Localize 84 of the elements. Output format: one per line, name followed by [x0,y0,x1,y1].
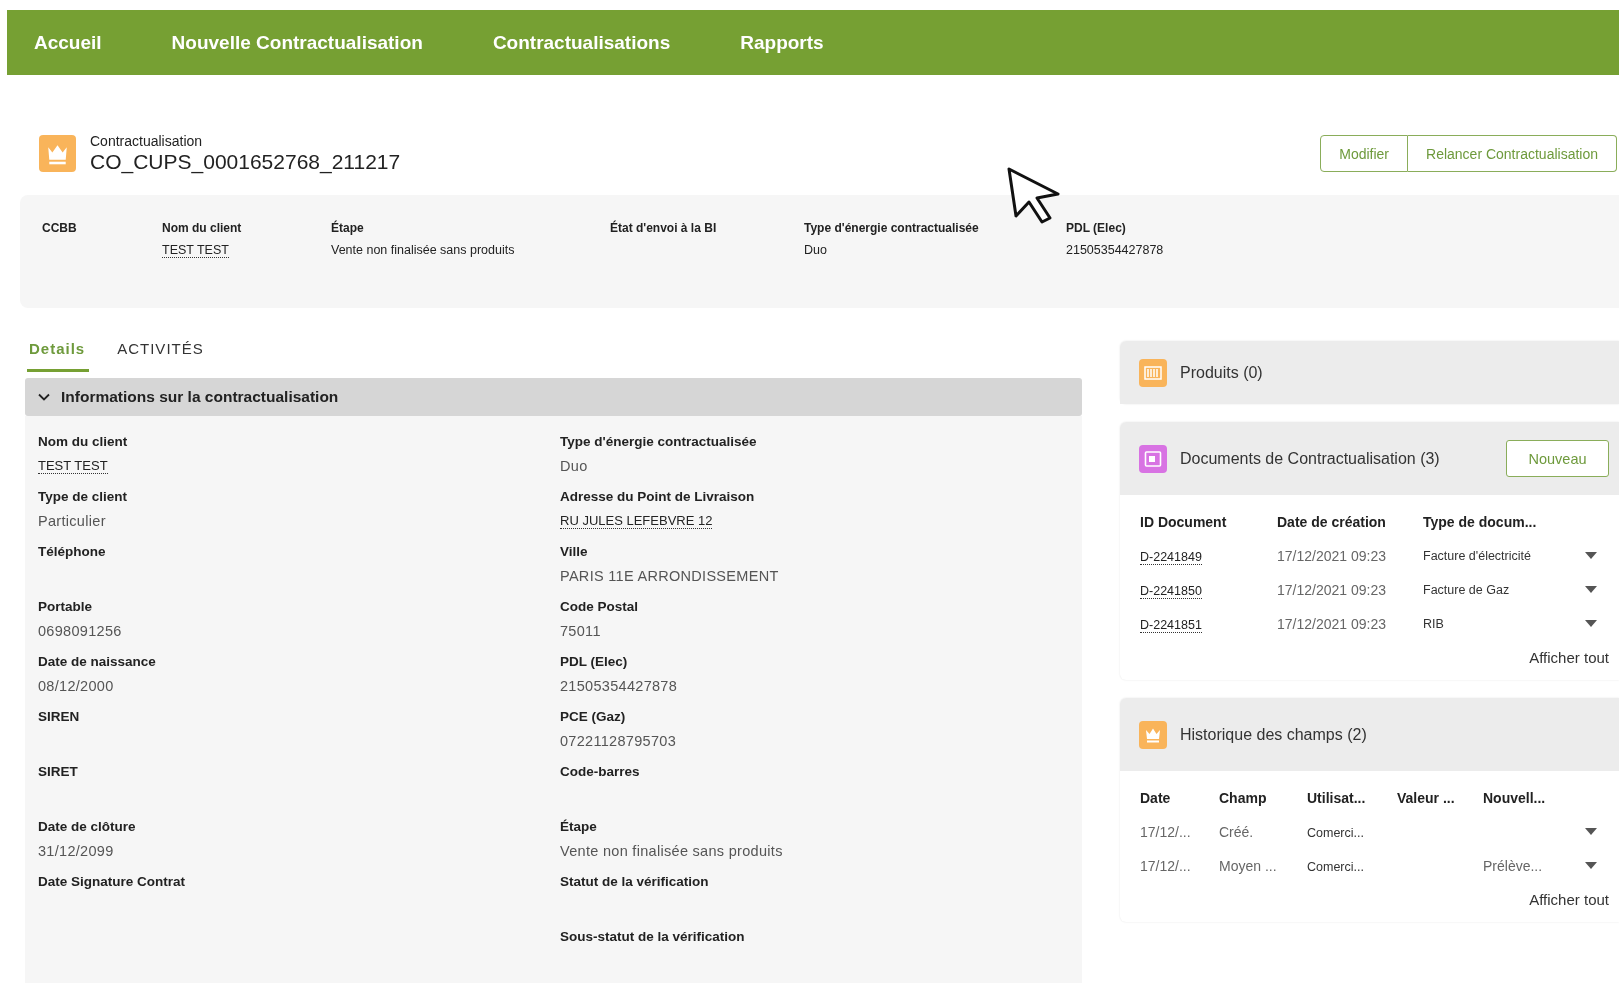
document-link[interactable]: D-2241851 [1140,618,1202,633]
column-header[interactable]: Type de docum... [1423,514,1585,530]
field-value: 0698091256 [38,623,122,639]
field-label: Date de naissance [38,654,156,669]
document-link[interactable]: D-2241850 [1140,584,1202,599]
field-label: Type de client [38,489,128,504]
column-header[interactable]: Date de création [1277,514,1423,530]
field-label: SIRET [38,764,78,779]
field-label: Nom du client [162,221,242,235]
column-header[interactable]: Valeur ... [1397,790,1483,806]
field-value: Duo [804,243,827,257]
field-label: Ville [560,544,588,559]
table-cell: Comerci... [1307,860,1364,874]
section-header[interactable]: Informations sur la contractualisation [25,378,1082,416]
column-header[interactable]: Date [1140,790,1219,806]
field-link[interactable]: TEST TEST [38,458,108,474]
field-label: CCBB [42,221,77,235]
card-title[interactable]: Historique des champs (2) [1180,725,1367,744]
table-cell-text: 17/12/2021 09:23 [1277,616,1387,632]
table-cell: Comerci... [1307,826,1364,840]
table-cell-text: RIB [1423,617,1445,631]
column-header[interactable]: ID Document [1140,514,1277,530]
card-title[interactable]: Documents de Contractualisation (3) [1180,449,1440,468]
field-value: Duo [560,458,588,474]
field-value: 21505354427878 [1066,243,1164,257]
view-all-link[interactable]: Afficher tout [1529,891,1609,908]
field-link[interactable]: RU JULES LEFEBVRE 12 [560,513,713,529]
barcode-icon [1139,358,1167,387]
field-label: Étape [560,819,597,834]
table-cell: Moyen ... [1219,858,1277,874]
dropdown-icon[interactable] [1585,586,1597,594]
field-label: PDL (Elec) [1066,221,1126,235]
field-value: 07221128795703 [560,733,677,749]
field-label: PCE (Gaz) [560,709,626,724]
field-label: Date Signature Contrat [38,874,186,889]
field-label: Code Postal [560,599,638,614]
field-link[interactable]: TEST TEST [162,243,229,258]
field-label: Étape [331,221,364,235]
table-cell-text: 17/12/2021 09:23 [1277,582,1387,598]
field-label: Téléphone [38,544,106,559]
field-label: PDL (Elec) [560,654,628,669]
document-icon [1139,444,1167,473]
field-value: 08/12/2000 [38,678,114,694]
field-label: État d'envoi à la BI [610,221,717,235]
table-cell: Créé. [1219,824,1254,840]
column-header[interactable]: Champ [1219,790,1307,806]
field-label: Statut de la vérification [560,874,709,889]
field-value: Vente non finalisée sans produits [560,843,783,859]
table-cell-text: 17/12/2021 09:23 [1277,548,1387,564]
field-label: Portable [38,599,92,614]
field-value: PARIS 11E ARRONDISSEMENT [560,568,779,584]
field-value: Vente non finalisée sans produits [331,243,515,257]
column-header[interactable]: Nouvell... [1483,790,1585,806]
tab[interactable]: ACTIVITÉS [117,330,204,372]
field-label: Nom du client [38,434,128,449]
field-value: 21505354427878 [560,678,678,694]
field-label: Date de clôture [38,819,136,834]
field-label: Code-barres [560,764,640,779]
table-cell-text: Facture d'électricité [1423,549,1532,563]
dropdown-icon[interactable] [1585,862,1597,870]
dropdown-icon[interactable] [1585,552,1597,560]
section-title: Informations sur la contractualisation [61,388,339,406]
field-value: 75011 [560,623,601,639]
table-cell-text: Facture de Gaz [1423,583,1511,597]
card-title[interactable]: Produits (0) [1180,363,1263,382]
field-label: SIREN [38,709,80,724]
dropdown-icon[interactable] [1585,828,1597,836]
table-cell: 17/12/... [1140,824,1191,840]
document-link[interactable]: D-2241849 [1140,550,1202,565]
crown-icon [1139,720,1167,749]
field-value: 31/12/2099 [38,843,114,859]
field-value: Particulier [38,513,106,529]
field-label: Type d'énergie contractualisée [560,434,757,449]
crown-icon [39,135,76,172]
column-header[interactable]: Utilisat... [1307,790,1397,806]
field-label: Sous-statut de la vérification [560,929,745,944]
table-cell: Prélève... [1483,858,1543,874]
record-title: CO_CUPS_0001652768_211217 [90,150,401,174]
field-label: Type d'énergie contractualisée [804,221,979,235]
dropdown-icon[interactable] [1585,620,1597,628]
view-all-link[interactable]: Afficher tout [1529,649,1609,666]
table-cell: 17/12/... [1140,858,1191,874]
field-label: Adresse du Point de Livraison [560,489,755,504]
record-type-label: Contractualisation [90,133,204,149]
